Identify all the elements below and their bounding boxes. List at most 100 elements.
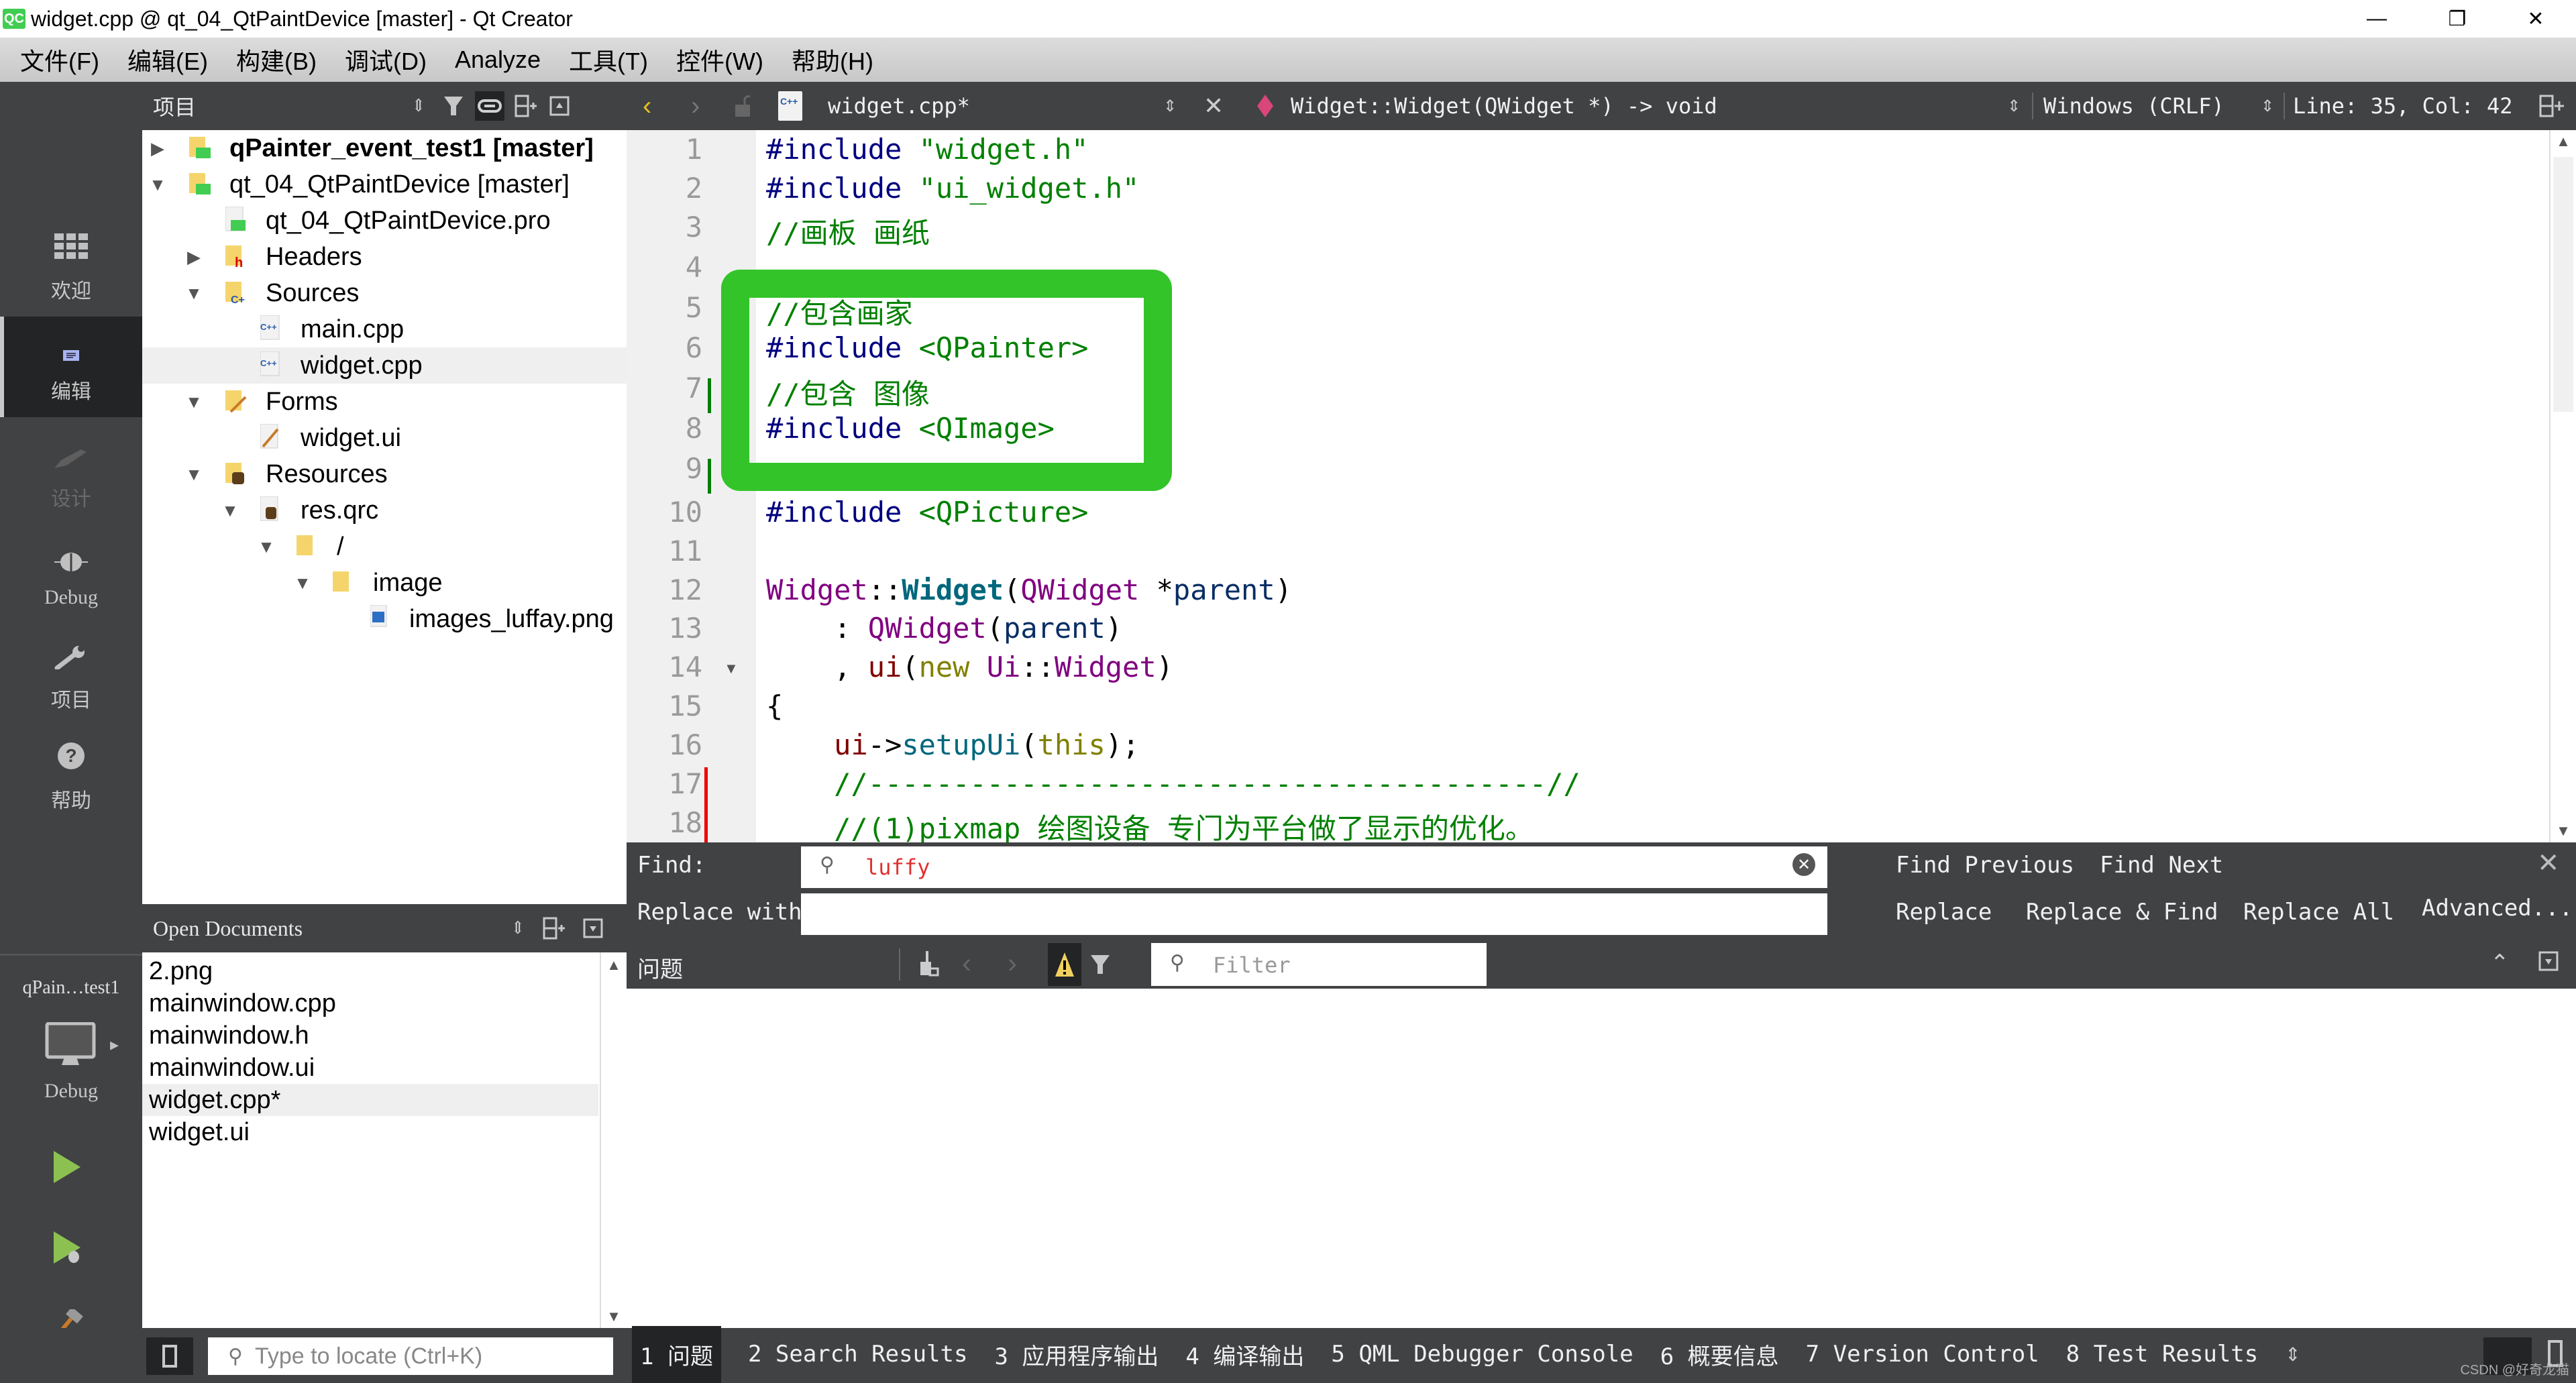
panel-selector-updown-icon[interactable]: ⇕: [404, 91, 433, 121]
tree-item[interactable]: ▼ Resources: [142, 456, 627, 492]
output-tab-application-output[interactable]: 3 应用程序输出: [994, 1338, 1159, 1371]
code-line[interactable]: : QWidget(parent): [766, 612, 1122, 645]
locator-input[interactable]: ⚲ Type to locate (Ctrl+K): [208, 1337, 613, 1375]
output-tab-version-control[interactable]: 7 Version Control: [1806, 1341, 2039, 1368]
code-line[interactable]: //--------------------------------------…: [766, 767, 1580, 800]
search-options-icon[interactable]: ⚲: [820, 853, 835, 877]
menu-edit[interactable]: 编辑(E): [127, 42, 208, 77]
collapse-arrow-icon[interactable]: ▼: [184, 283, 204, 304]
output-tab-general-messages[interactable]: 6 概要信息: [1660, 1338, 1779, 1371]
scroll-down-icon[interactable]: ▼: [601, 1308, 627, 1325]
symbol-combo-updown-icon[interactable]: ⇕: [2007, 82, 2021, 130]
more-tabs-updown-icon[interactable]: ⇕: [2285, 1343, 2300, 1366]
collapse-arrow-icon[interactable]: ▼: [220, 500, 240, 521]
file-combo-updown-icon[interactable]: ⇕: [1163, 82, 1177, 130]
line-endings-combo[interactable]: Windows (CRLF): [2043, 82, 2224, 130]
replace-button[interactable]: Replace: [1896, 899, 1992, 926]
code-line[interactable]: Widget::Widget(QWidget *parent): [766, 573, 1292, 606]
tree-item-selected[interactable]: C++ widget.cpp: [142, 347, 627, 384]
output-tab-issues[interactable]: 1 问题: [632, 1325, 721, 1383]
find-next-button[interactable]: Find Next: [2100, 852, 2223, 879]
scroll-up-icon[interactable]: ▲: [2551, 130, 2576, 150]
tree-item[interactable]: images_luffay.png: [142, 601, 627, 637]
split-icon[interactable]: [511, 91, 541, 121]
clean-issues-button[interactable]: [916, 951, 941, 981]
tree-item[interactable]: ▼ /: [142, 529, 627, 565]
close-panel-icon[interactable]: [545, 91, 574, 121]
open-document-item[interactable]: mainwindow.h: [142, 1019, 598, 1052]
collapse-arrow-icon[interactable]: ▼: [292, 573, 313, 594]
show-warnings-toggle[interactable]: [1048, 943, 1081, 986]
collapse-arrow-icon[interactable]: ▼: [256, 537, 276, 557]
close-document-button[interactable]: ✕: [1203, 82, 1224, 130]
link-with-editor-icon[interactable]: [475, 91, 504, 121]
minimize-button[interactable]: —: [2340, 0, 2414, 38]
output-tab-qml-debugger[interactable]: 5 QML Debugger Console: [1331, 1341, 1633, 1368]
mode-design[interactable]: 设计: [0, 424, 142, 524]
tree-item[interactable]: ▶ qPainter_event_test1 [master]: [142, 130, 627, 166]
toggle-sidebar-button[interactable]: [146, 1337, 193, 1375]
code-line[interactable]: //包含 图像: [766, 372, 930, 412]
code-editor[interactable]: 1 2 3 4 5 6 7 8 9 10 11 12 13 14 15 16 17 18 #include "wi…: [627, 130, 2576, 842]
line-endings-updown-icon[interactable]: ⇕: [2261, 82, 2274, 130]
tree-item[interactable]: qt_04_QtPaintDevice.pro: [142, 203, 627, 239]
run-button[interactable]: [48, 1148, 82, 1189]
code-line[interactable]: {: [766, 689, 783, 722]
editor-vertical-scrollbar[interactable]: ▲ ▼: [2549, 130, 2576, 842]
open-document-item[interactable]: mainwindow.cpp: [142, 987, 598, 1019]
tree-item[interactable]: widget.ui: [142, 420, 627, 456]
output-tab-test-results[interactable]: 8 Test Results: [2066, 1341, 2259, 1368]
close-find-bar-button[interactable]: ✕: [2537, 848, 2560, 879]
vertical-scrollbar[interactable]: ▲ ▼: [600, 952, 627, 1328]
mode-edit[interactable]: 编辑: [0, 317, 142, 417]
code-line[interactable]: //画板 画纸: [766, 211, 930, 252]
mode-debug[interactable]: Debug: [0, 524, 142, 625]
file-unlocked-icon[interactable]: [734, 82, 751, 130]
code-line[interactable]: //(1)pixmap 绘图设备 专门为平台做了显示的优化。: [766, 806, 1534, 842]
close-window-button[interactable]: ✕: [2499, 0, 2573, 38]
close-panel-icon[interactable]: [578, 914, 608, 943]
fold-arrow-icon[interactable]: ▼: [724, 660, 739, 677]
output-tab-compile-output[interactable]: 4 编译输出: [1185, 1338, 1304, 1371]
tree-item[interactable]: ▶ h Headers: [142, 239, 627, 275]
tree-item[interactable]: ▼ res.qrc: [142, 492, 627, 529]
advanced-button[interactable]: Advanced...: [2422, 895, 2573, 922]
filter-categories-button[interactable]: [1089, 952, 1114, 980]
tree-item[interactable]: ▼ image: [142, 565, 627, 601]
code-line[interactable]: #include "ui_widget.h": [766, 172, 1139, 205]
expand-arrow-icon[interactable]: ▶: [148, 138, 168, 159]
tree-item[interactable]: ▼ C+ Sources: [142, 275, 627, 311]
scroll-up-icon[interactable]: ▲: [601, 952, 627, 974]
menu-help[interactable]: 帮助(H): [792, 42, 873, 77]
panel-selector-updown-icon[interactable]: ⇕: [503, 914, 533, 943]
maximize-pane-button[interactable]: ⌃: [2490, 950, 2510, 977]
open-document-item-selected[interactable]: widget.cpp*: [142, 1084, 598, 1116]
tree-item[interactable]: C++ main.cpp: [142, 311, 627, 347]
clear-find-icon[interactable]: ✕: [1792, 853, 1815, 876]
kit-selector-button[interactable]: ▸ Debug: [0, 1014, 142, 1121]
next-issue-button[interactable]: ›: [1008, 947, 1017, 979]
collapse-arrow-icon[interactable]: ▼: [184, 392, 204, 412]
mode-help[interactable]: ? 帮助: [0, 726, 142, 826]
output-tab-search-results[interactable]: 2 Search Results: [748, 1341, 968, 1368]
mode-projects[interactable]: 项目: [0, 625, 142, 726]
symbol-combo[interactable]: Widget::Widget(QWidget *) -> void: [1291, 82, 1717, 130]
replace-and-find-button[interactable]: Replace & Find: [2026, 899, 2218, 926]
menu-build[interactable]: 构建(B): [236, 42, 317, 77]
replace-input[interactable]: [801, 893, 1827, 935]
code-line[interactable]: ui->setupUi(this);: [766, 728, 1139, 761]
open-document-item[interactable]: mainwindow.ui: [142, 1052, 598, 1084]
replace-all-button[interactable]: Replace All: [2243, 899, 2394, 926]
code-line[interactable]: #include <QPainter>: [766, 331, 1088, 364]
code-line[interactable]: #include <QPicture>: [766, 496, 1088, 529]
split-editor-icon[interactable]: [2538, 82, 2565, 130]
close-pane-button[interactable]: [2538, 951, 2559, 975]
current-file-combo[interactable]: widget.cpp*: [828, 82, 970, 130]
code-line[interactable]: , ui(new Ui::Widget): [766, 651, 1173, 683]
menu-window[interactable]: 控件(W): [676, 42, 763, 77]
code-line[interactable]: //包含画家: [766, 291, 913, 332]
menu-debug[interactable]: 调试(D): [345, 42, 427, 77]
collapse-arrow-icon[interactable]: ▼: [184, 464, 204, 485]
menu-analyze[interactable]: Analyze: [455, 46, 541, 74]
cursor-position[interactable]: Line: 35, Col: 42: [2293, 82, 2513, 130]
